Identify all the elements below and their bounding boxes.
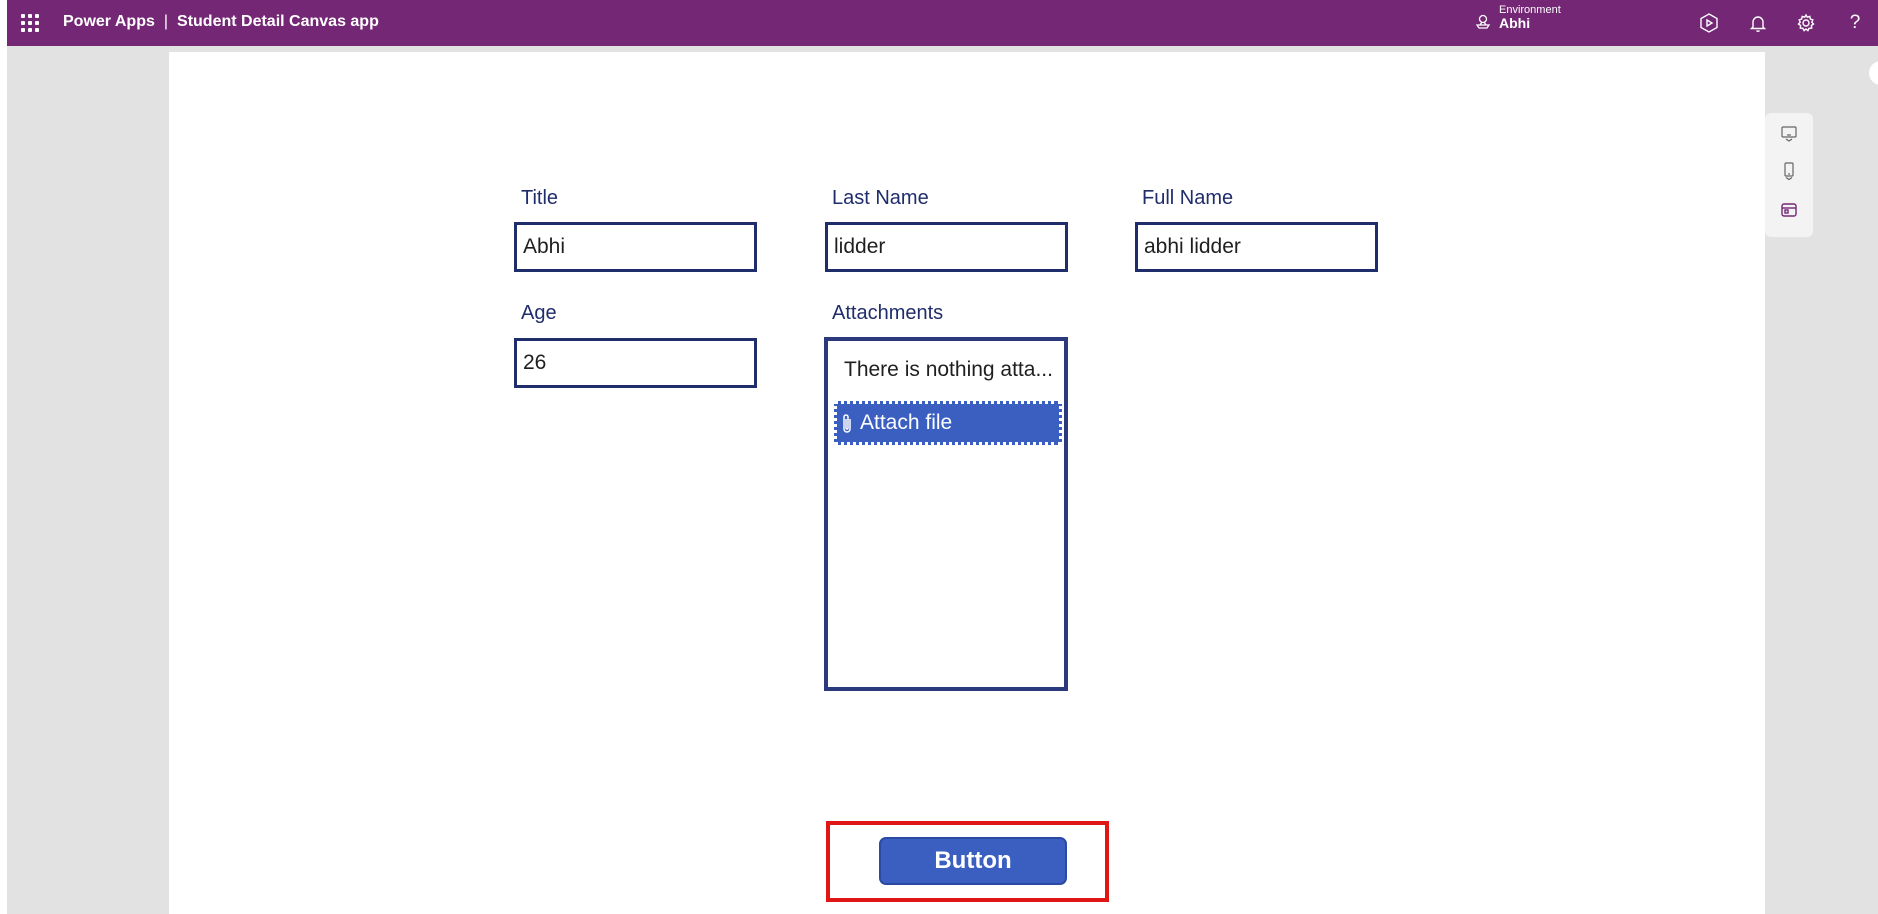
- title-input[interactable]: [514, 222, 757, 272]
- calendar-view-icon[interactable]: [1779, 200, 1799, 220]
- environment-picker[interactable]: Environment Abhi: [1499, 4, 1561, 31]
- last-name-label: Last Name: [832, 187, 929, 209]
- attachments-control[interactable]: There is nothing atta... Attach file: [824, 337, 1068, 691]
- phone-view-icon[interactable]: [1779, 161, 1799, 181]
- environment-value: Abhi: [1499, 15, 1531, 32]
- app-title: Power Apps | Student Detail Canvas app: [63, 13, 379, 31]
- gear-icon[interactable]: [1794, 11, 1818, 35]
- copilot-icon[interactable]: [1697, 11, 1721, 35]
- window-edge: [0, 0, 7, 914]
- full-name-label: Full Name: [1142, 187, 1234, 209]
- bell-icon[interactable]: [1746, 11, 1770, 35]
- attachments-label: Attachments: [832, 302, 944, 324]
- canvas-view-rail: [1765, 113, 1813, 237]
- top-header-bar: Power Apps | Student Detail Canvas app Env…: [7, 0, 1878, 46]
- primary-button[interactable]: Button: [879, 837, 1067, 885]
- environment-icon[interactable]: [1474, 13, 1492, 31]
- attachments-empty-text: There is nothing atta...: [844, 358, 1053, 381]
- attach-file-button[interactable]: Attach file: [834, 401, 1062, 445]
- tablet-view-icon[interactable]: [1779, 123, 1799, 143]
- scroll-handle[interactable]: [1869, 61, 1878, 85]
- full-name-input[interactable]: [1135, 222, 1378, 272]
- app-name: Student Detail Canvas app: [177, 13, 379, 30]
- paperclip-icon: [839, 412, 855, 436]
- help-icon[interactable]: ?: [1843, 11, 1867, 35]
- attach-file-label: Attach file: [860, 411, 953, 434]
- age-label: Age: [521, 302, 557, 324]
- last-name-input[interactable]: [825, 222, 1068, 272]
- title-separator: |: [163, 13, 169, 30]
- waffle-icon[interactable]: [21, 14, 39, 32]
- age-input[interactable]: [514, 338, 757, 388]
- product-name[interactable]: Power Apps: [63, 13, 155, 30]
- title-label: Title: [521, 187, 559, 209]
